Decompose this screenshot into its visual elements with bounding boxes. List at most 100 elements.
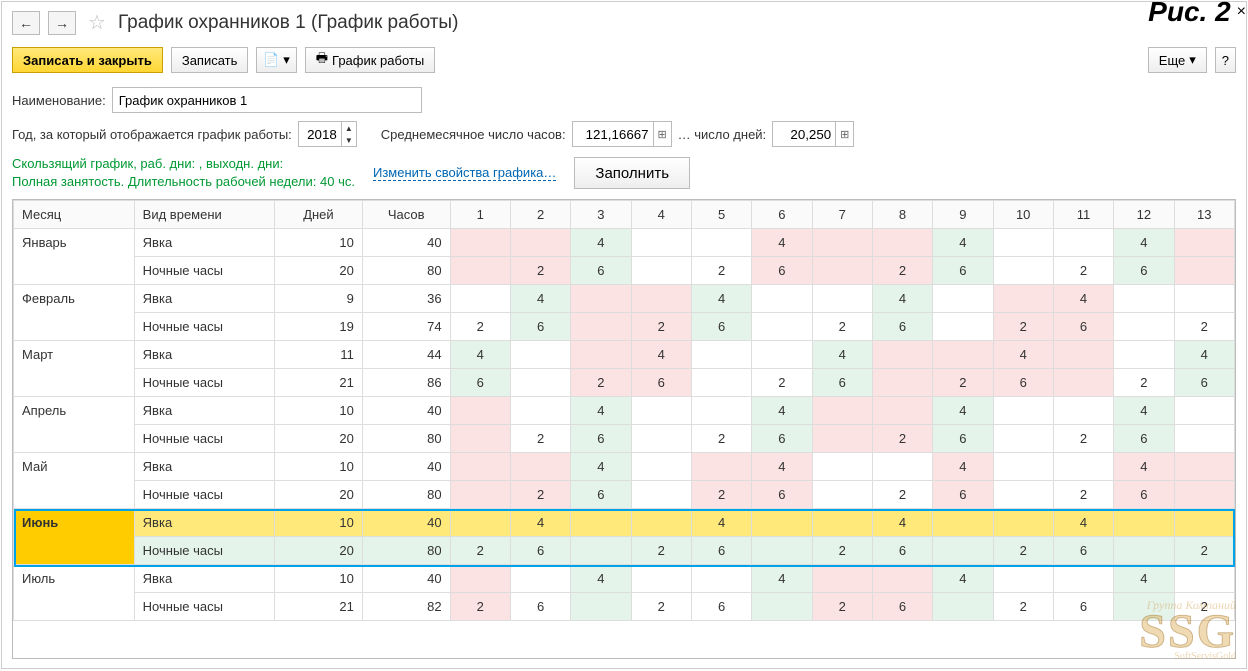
type-cell[interactable]: Явка: [134, 565, 274, 593]
table-row[interactable]: АпрельЯвка10404444: [14, 397, 1235, 425]
day-cell[interactable]: 4: [571, 397, 631, 425]
day-cell[interactable]: 4: [812, 341, 872, 369]
year-spinner[interactable]: ▲ ▼: [298, 121, 357, 147]
schedule-table-container[interactable]: Месяц Вид времени Дней Часов123456789101…: [12, 199, 1236, 659]
day-cell[interactable]: [1053, 341, 1113, 369]
day-cell[interactable]: [510, 397, 570, 425]
day-cell[interactable]: 6: [812, 369, 872, 397]
day-cell[interactable]: [450, 453, 510, 481]
day-cell[interactable]: 4: [1053, 509, 1113, 537]
day-cell[interactable]: [752, 509, 812, 537]
day-cell[interactable]: 6: [450, 369, 510, 397]
day-cell[interactable]: [872, 341, 932, 369]
day-cell[interactable]: 4: [872, 285, 932, 313]
day-cell[interactable]: [1114, 285, 1174, 313]
col-day-9[interactable]: 9: [933, 201, 993, 229]
day-cell[interactable]: [812, 565, 872, 593]
day-cell[interactable]: [812, 453, 872, 481]
day-cell[interactable]: 6: [571, 257, 631, 285]
days-cell[interactable]: 21: [275, 593, 363, 621]
day-cell[interactable]: [1114, 341, 1174, 369]
days-cell[interactable]: 10: [275, 509, 363, 537]
hours-cell[interactable]: 40: [362, 509, 450, 537]
hours-cell[interactable]: 40: [362, 453, 450, 481]
day-cell[interactable]: 6: [691, 537, 751, 565]
day-cell[interactable]: [1174, 397, 1234, 425]
day-cell[interactable]: [752, 313, 812, 341]
day-cell[interactable]: 6: [752, 425, 812, 453]
day-cell[interactable]: 4: [1114, 397, 1174, 425]
day-cell[interactable]: [510, 229, 570, 257]
type-cell[interactable]: Ночные часы: [134, 313, 274, 341]
days-cell[interactable]: 10: [275, 565, 363, 593]
type-cell[interactable]: Явка: [134, 509, 274, 537]
day-cell[interactable]: 4: [933, 229, 993, 257]
day-cell[interactable]: [993, 257, 1053, 285]
day-cell[interactable]: 2: [1053, 481, 1113, 509]
day-cell[interactable]: [752, 285, 812, 313]
day-cell[interactable]: [1114, 537, 1174, 565]
name-input[interactable]: [112, 87, 422, 113]
col-day-2[interactable]: 2: [510, 201, 570, 229]
day-cell[interactable]: 4: [1053, 285, 1113, 313]
nav-forward-button[interactable]: →: [48, 11, 76, 35]
day-cell[interactable]: [1174, 257, 1234, 285]
favorite-star-icon[interactable]: ☆: [88, 10, 106, 35]
day-cell[interactable]: 6: [1114, 257, 1174, 285]
day-cell[interactable]: [631, 425, 691, 453]
day-cell[interactable]: 6: [872, 313, 932, 341]
day-cell[interactable]: 4: [752, 453, 812, 481]
day-cell[interactable]: 2: [993, 313, 1053, 341]
days-cell[interactable]: 10: [275, 397, 363, 425]
day-cell[interactable]: 2: [450, 537, 510, 565]
month-cell[interactable]: Июль: [14, 565, 135, 621]
hours-cell[interactable]: 86: [362, 369, 450, 397]
day-cell[interactable]: 2: [631, 313, 691, 341]
day-cell[interactable]: [631, 481, 691, 509]
month-cell[interactable]: Февраль: [14, 285, 135, 341]
day-cell[interactable]: [1053, 229, 1113, 257]
day-cell[interactable]: [812, 481, 872, 509]
table-row[interactable]: Ночные часы208026262626: [14, 481, 1235, 509]
day-cell[interactable]: 4: [1114, 229, 1174, 257]
help-button[interactable]: ?: [1215, 47, 1236, 73]
day-cell[interactable]: 6: [1053, 537, 1113, 565]
day-cell[interactable]: 2: [510, 481, 570, 509]
day-cell[interactable]: 6: [510, 537, 570, 565]
day-cell[interactable]: 4: [933, 565, 993, 593]
day-cell[interactable]: [691, 341, 751, 369]
day-cell[interactable]: [872, 369, 932, 397]
col-day-4[interactable]: 4: [631, 201, 691, 229]
days-cell[interactable]: 20: [275, 537, 363, 565]
day-cell[interactable]: [450, 481, 510, 509]
day-cell[interactable]: [450, 425, 510, 453]
type-cell[interactable]: Ночные часы: [134, 369, 274, 397]
day-cell[interactable]: [691, 397, 751, 425]
type-cell[interactable]: Ночные часы: [134, 257, 274, 285]
day-cell[interactable]: [872, 453, 932, 481]
day-cell[interactable]: [631, 285, 691, 313]
day-cell[interactable]: [691, 369, 751, 397]
day-cell[interactable]: [450, 285, 510, 313]
day-cell[interactable]: 6: [752, 481, 812, 509]
hours-cell[interactable]: 36: [362, 285, 450, 313]
day-cell[interactable]: 4: [1114, 453, 1174, 481]
day-cell[interactable]: [450, 229, 510, 257]
days-cell[interactable]: 10: [275, 453, 363, 481]
day-cell[interactable]: [752, 537, 812, 565]
day-cell[interactable]: [1053, 453, 1113, 481]
hours-cell[interactable]: 82: [362, 593, 450, 621]
day-cell[interactable]: 2: [1053, 425, 1113, 453]
day-cell[interactable]: 6: [872, 593, 932, 621]
day-cell[interactable]: [872, 397, 932, 425]
hours-cell[interactable]: 40: [362, 565, 450, 593]
day-cell[interactable]: 2: [450, 593, 510, 621]
table-row[interactable]: Ночные часы1974262626262: [14, 313, 1235, 341]
month-cell[interactable]: Январь: [14, 229, 135, 285]
day-cell[interactable]: [510, 565, 570, 593]
day-cell[interactable]: 2: [993, 537, 1053, 565]
type-cell[interactable]: Ночные часы: [134, 425, 274, 453]
table-row[interactable]: Ночные часы2080262626262: [14, 537, 1235, 565]
calc-icon-2[interactable]: ⊞: [835, 122, 853, 146]
day-cell[interactable]: 2: [812, 537, 872, 565]
